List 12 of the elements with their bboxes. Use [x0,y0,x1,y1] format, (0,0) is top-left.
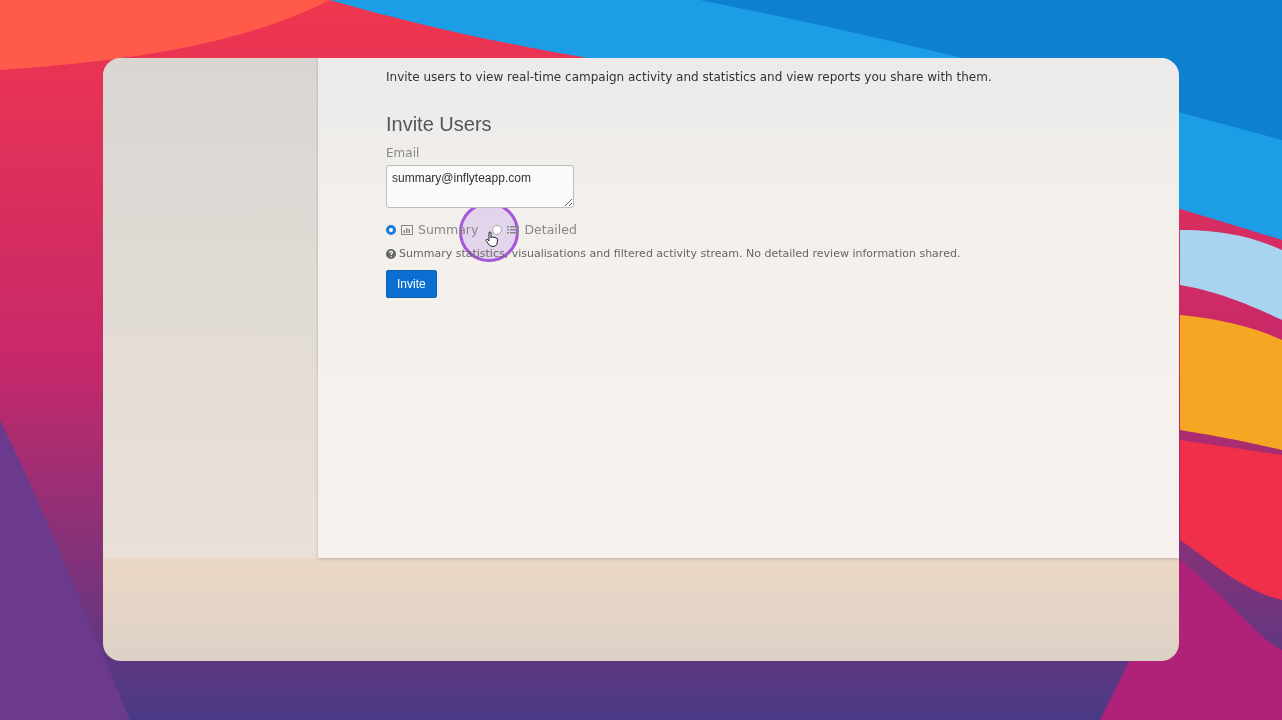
list-icon [507,224,520,235]
radio-button[interactable] [386,224,396,235]
section-heading: Invite Users [386,113,493,136]
field-label: Email [386,146,421,160]
option-label[interactable]: Detailed [524,222,577,237]
radio-button[interactable] [492,224,503,235]
description-text: Invite users to view real-time campaign activity and statistics and view reports you share with them. [386,70,993,84]
hand-cursor-icon [485,231,499,247]
help-icon [386,248,396,259]
invite-button[interactable]: Invite [386,270,437,298]
email-field[interactable]: summary@inflyteapp.com [386,165,574,208]
chart-icon [401,224,413,235]
